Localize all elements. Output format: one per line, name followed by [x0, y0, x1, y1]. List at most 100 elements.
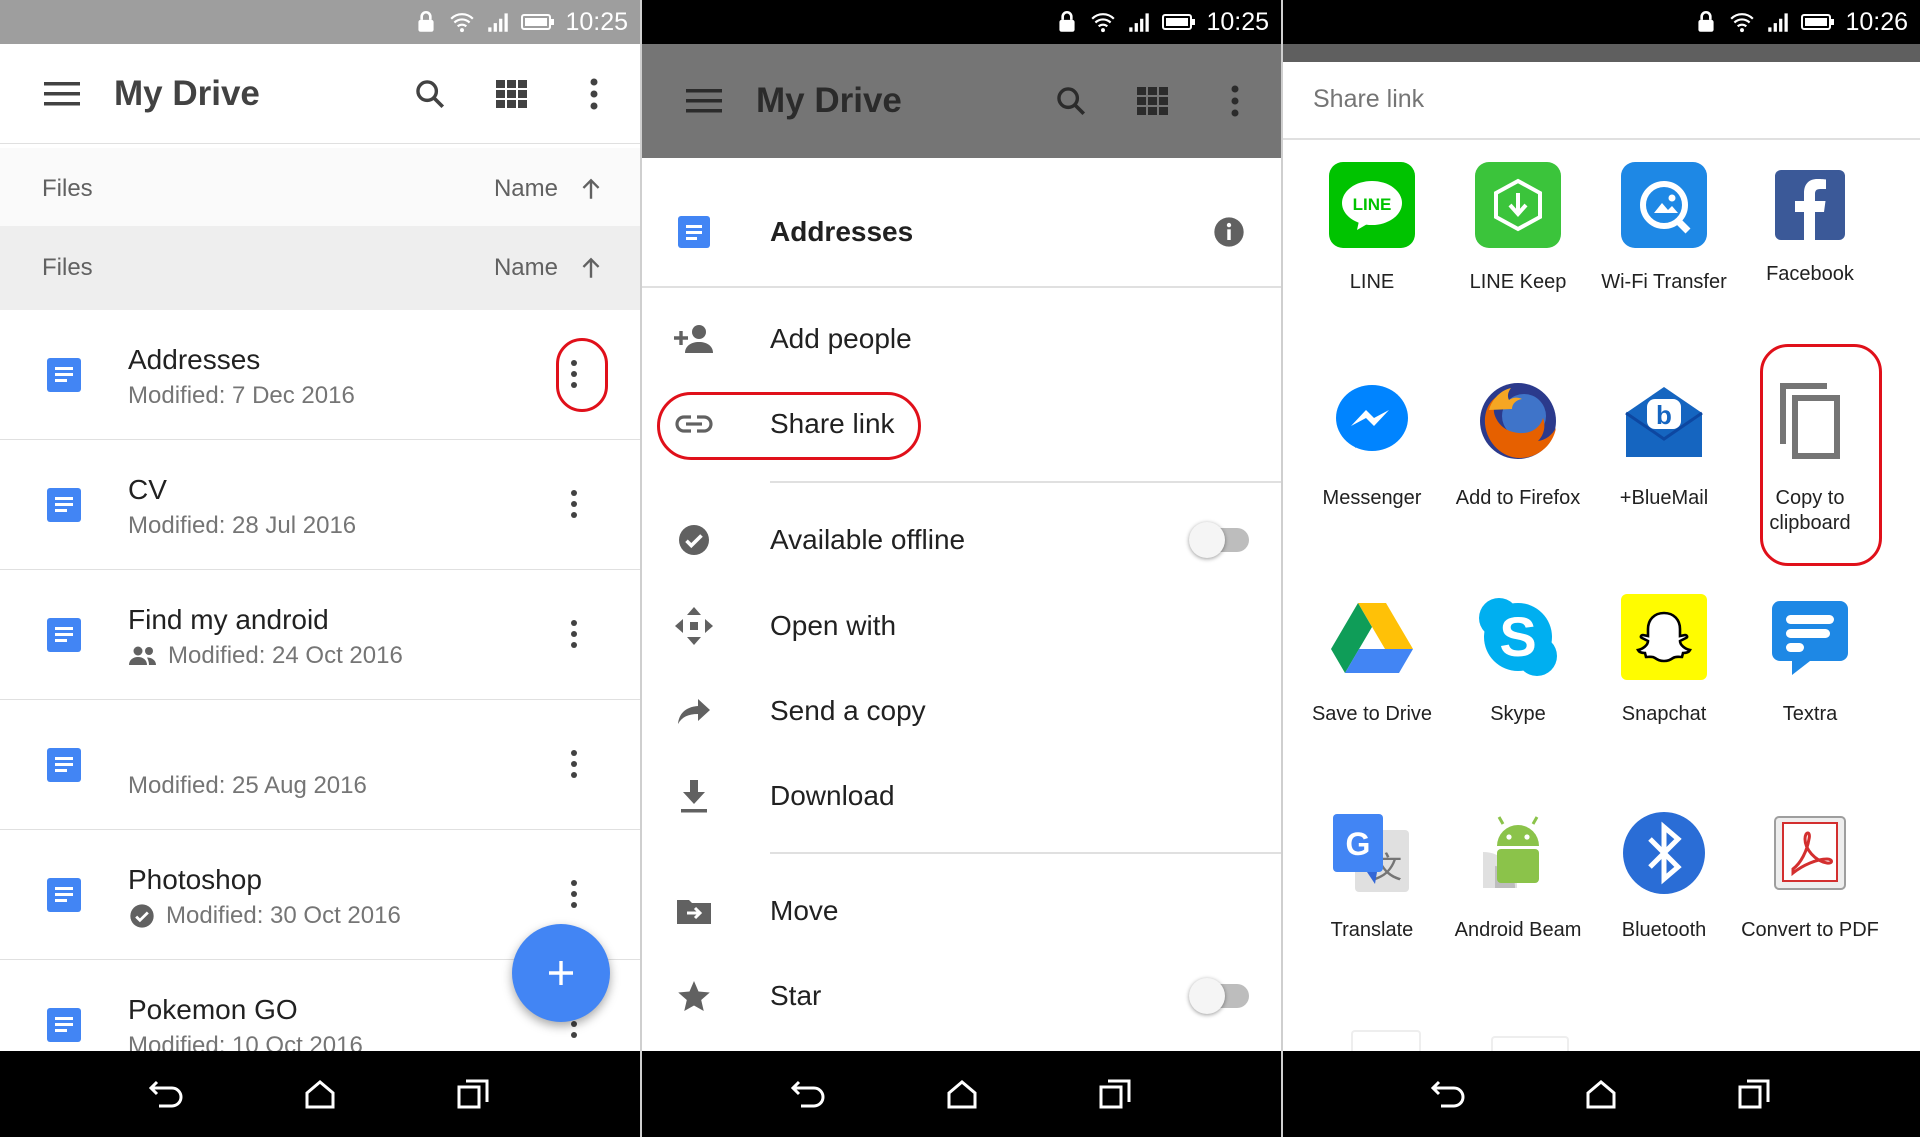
doc-file-icon: [47, 488, 81, 522]
system-nav-bar: [1283, 1051, 1920, 1137]
share-target-textra[interactable]: Textra: [1737, 594, 1883, 727]
file-modified: Modified: 7 Dec 2016: [128, 382, 355, 410]
share-target-snapchat[interactable]: Snapchat: [1591, 594, 1737, 727]
share-target-label: LINE: [1349, 271, 1395, 293]
share-target-android-beam[interactable]: Android Beam: [1445, 810, 1591, 943]
skype-icon: S: [1475, 594, 1561, 680]
file-modified: Modified: 28 Jul 2016: [128, 512, 356, 540]
recents-icon[interactable]: [1095, 1074, 1135, 1114]
share-target-bluemail[interactable]: b +BlueMail: [1591, 378, 1737, 511]
share-target-label: Skype: [1490, 703, 1546, 725]
highlight-annotation: [657, 392, 921, 460]
clock: 10:26: [1845, 7, 1908, 36]
offline-icon: [672, 518, 716, 562]
action-move[interactable]: Move: [642, 869, 1281, 953]
firefox-icon: [1475, 378, 1561, 464]
file-row[interactable]: Modified: 25 Aug 2016: [0, 700, 640, 830]
sort-label[interactable]: Name: [494, 175, 558, 203]
share-target-wifi-transfer[interactable]: Wi-Fi Transfer: [1591, 162, 1737, 295]
share-target-firefox[interactable]: Add to Firefox: [1445, 378, 1591, 511]
hamburger-menu-icon[interactable]: [44, 80, 80, 108]
star-icon: [672, 974, 716, 1018]
action-add-people[interactable]: Add people: [642, 297, 1281, 381]
highlight-annotation: [1760, 344, 1882, 566]
add-person-icon: [672, 317, 716, 361]
back-icon[interactable]: [147, 1074, 187, 1114]
file-row[interactable]: Find my android Modified: 24 Oct 2016: [0, 570, 640, 700]
overflow-menu-icon[interactable]: [574, 74, 614, 114]
signal-icon: [1129, 13, 1150, 32]
action-open-with[interactable]: Open with: [642, 584, 1281, 668]
share-target-skype[interactable]: S Skype: [1445, 594, 1591, 727]
signal-icon: [1768, 13, 1789, 32]
doc-file-icon: [47, 618, 81, 652]
wifi-icon: [450, 13, 475, 33]
share-target-facebook[interactable]: Facebook: [1737, 162, 1883, 287]
action-send-a-copy[interactable]: Send a copy: [642, 669, 1281, 753]
share-sheet-title: Share link: [1313, 85, 1425, 113]
sheet-header: Addresses: [642, 180, 1281, 284]
wifi-icon: [1091, 13, 1116, 33]
new-item-fab[interactable]: [512, 924, 610, 1022]
action-available-offline[interactable]: Available offline: [642, 498, 1281, 582]
home-icon[interactable]: [942, 1074, 982, 1114]
recents-icon[interactable]: [453, 1074, 493, 1114]
share-target-messenger[interactable]: Messenger: [1299, 378, 1445, 511]
file-modified-text: Modified: 24 Oct 2016: [168, 642, 403, 669]
battery-icon: [1801, 14, 1835, 30]
share-target-label: Add to Firefox: [1455, 487, 1581, 509]
back-icon[interactable]: [1429, 1074, 1469, 1114]
sort-ascending-icon[interactable]: [578, 255, 604, 281]
action-label: Send a copy: [770, 695, 926, 726]
share-target-label: LINE Keep: [1469, 271, 1567, 293]
dimmed-strip: [1283, 44, 1920, 62]
share-target-label: Textra: [1782, 703, 1838, 725]
action-label: Available offline: [770, 524, 966, 555]
share-target-line-keep[interactable]: LINE Keep: [1445, 162, 1591, 295]
share-target-label: Translate: [1330, 919, 1414, 941]
files-label: Files: [42, 254, 93, 281]
info-icon[interactable]: [1213, 216, 1245, 248]
svg-text:b: b: [1656, 400, 1672, 430]
star-toggle[interactable]: [1189, 978, 1249, 1014]
share-target-save-to-drive[interactable]: Save to Drive: [1299, 594, 1445, 727]
file-row[interactable]: Addresses Modified: 7 Dec 2016: [0, 310, 640, 440]
doc-file-icon: [47, 748, 81, 782]
action-label: Move: [770, 895, 839, 926]
share-target-translate[interactable]: 文G Translate: [1299, 810, 1445, 943]
share-target-line[interactable]: LINE LINE: [1299, 162, 1445, 295]
file-more-options-button[interactable]: [552, 612, 596, 656]
file-name: Addresses: [128, 344, 261, 375]
svg-text:S: S: [1499, 605, 1536, 668]
facebook-icon: [1775, 170, 1845, 240]
lock-icon: [1059, 10, 1076, 32]
sort-label[interactable]: Name: [494, 254, 558, 282]
snapchat-icon: [1621, 594, 1707, 680]
file-modified: Modified: 30 Oct 2016: [128, 902, 401, 930]
drive-icon: [1329, 594, 1415, 680]
file-name: Photoshop: [128, 864, 262, 895]
file-more-options-button[interactable]: [552, 742, 596, 786]
grid-view-icon[interactable]: [492, 74, 532, 114]
recents-icon[interactable]: [1734, 1074, 1774, 1114]
share-target-convert-to-pdf[interactable]: Convert to PDF: [1737, 810, 1883, 943]
file-row[interactable]: CV Modified: 28 Jul 2016: [0, 440, 640, 570]
file-more-options-button[interactable]: [552, 482, 596, 526]
action-star[interactable]: Star: [642, 954, 1281, 1038]
svg-text:G: G: [1346, 826, 1371, 862]
back-icon[interactable]: [789, 1074, 829, 1114]
action-download[interactable]: Download: [642, 754, 1281, 838]
sort-ascending-icon[interactable]: [578, 176, 604, 202]
file-more-options-button[interactable]: [552, 872, 596, 916]
system-nav-bar: [642, 1051, 1281, 1137]
home-icon[interactable]: [1581, 1074, 1621, 1114]
search-icon[interactable]: [410, 74, 450, 114]
page-title: My Drive: [756, 81, 902, 120]
home-icon[interactable]: [300, 1074, 340, 1114]
partial-app-icon: [1351, 1030, 1421, 1051]
share-target-bluetooth[interactable]: Bluetooth: [1591, 810, 1737, 943]
signal-icon: [488, 13, 509, 32]
available-offline-toggle[interactable]: [1189, 522, 1249, 558]
divider: [1283, 138, 1920, 140]
divider: [770, 481, 1281, 483]
